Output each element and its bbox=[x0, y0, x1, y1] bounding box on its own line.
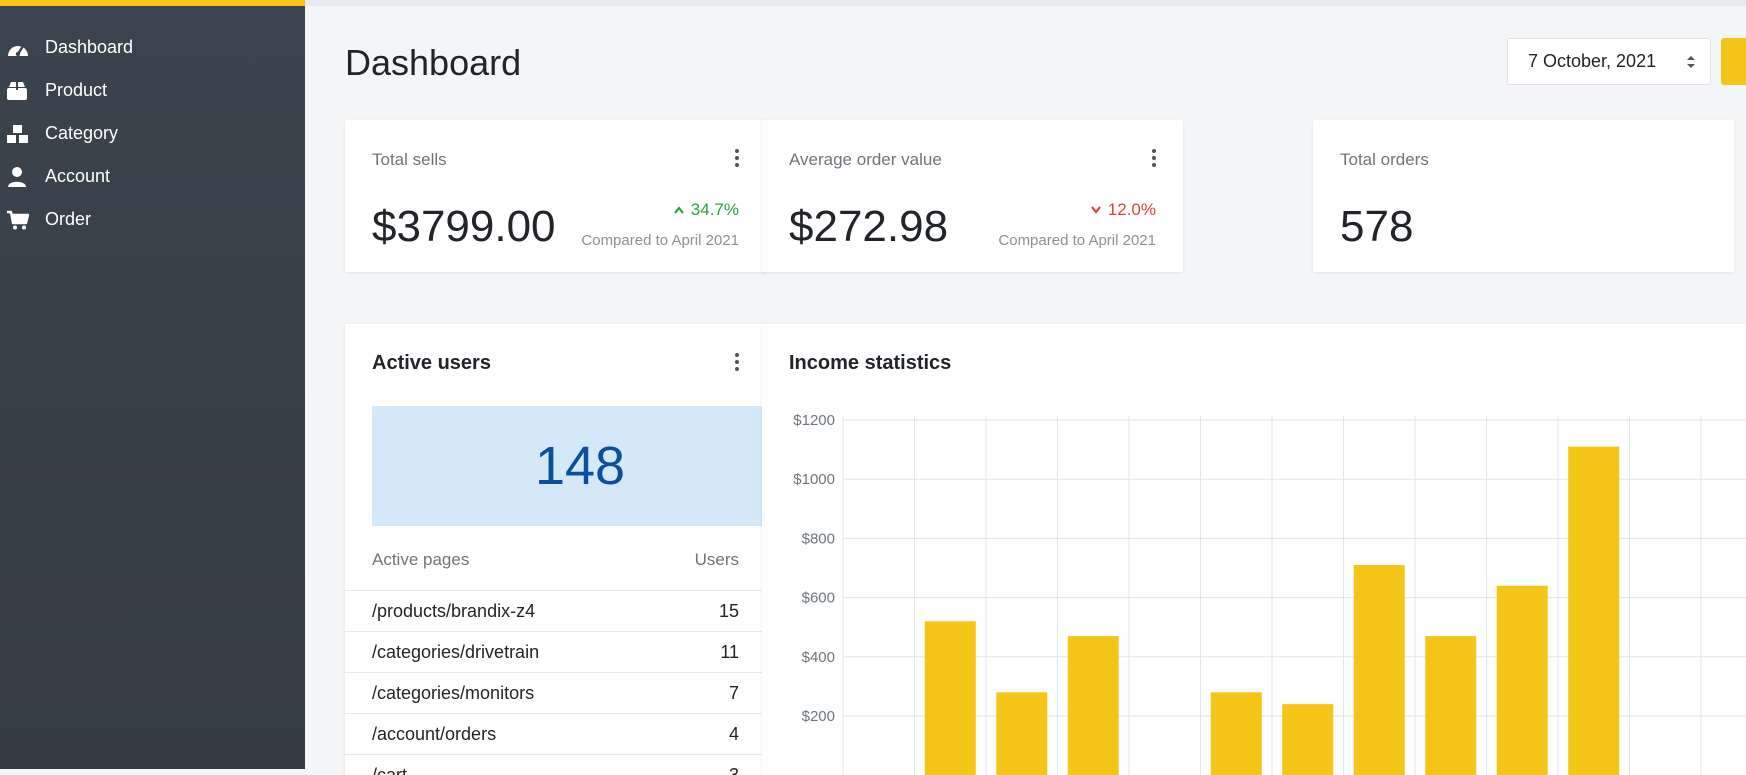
user-count: 4 bbox=[729, 724, 739, 745]
sort-arrows-icon bbox=[1686, 53, 1696, 71]
box-icon bbox=[0, 80, 45, 102]
stat-title: Average order value bbox=[789, 150, 942, 170]
y-tick-label: $400 bbox=[802, 649, 835, 666]
stat-delta: 12.0% bbox=[1090, 200, 1156, 220]
page-path: /account/orders bbox=[372, 724, 496, 745]
more-vertical-icon[interactable] bbox=[734, 352, 740, 372]
column-header-pages: Active pages bbox=[372, 550, 469, 570]
page-path: /categories/monitors bbox=[372, 683, 534, 704]
income-bar bbox=[1497, 586, 1548, 775]
page-path: /categories/drivetrain bbox=[372, 642, 539, 663]
gauge-icon bbox=[0, 37, 45, 59]
stat-title: Total orders bbox=[1340, 150, 1429, 170]
y-tick-label: $800 bbox=[802, 530, 835, 547]
more-vertical-icon[interactable] bbox=[734, 148, 740, 168]
stat-card-total-sells: Total sells $3799.00 34.7% Compared to A… bbox=[345, 120, 766, 272]
date-select-value: 7 October, 2021 bbox=[1528, 51, 1656, 72]
page-path: /cart bbox=[372, 765, 407, 775]
section-title: Active users bbox=[372, 352, 491, 375]
income-bar bbox=[925, 621, 976, 775]
sidebar-item-label: Order bbox=[45, 209, 91, 230]
stat-delta-value: 34.7% bbox=[691, 200, 739, 220]
stat-compare: Compared to April 2021 bbox=[581, 232, 739, 249]
active-pages-table: /products/brandix-z4 15 /categories/drive… bbox=[345, 590, 766, 775]
income-chart: $200 $400 $600 $800 $1000 $1200 bbox=[762, 324, 1746, 775]
y-tick-label: $200 bbox=[802, 708, 835, 725]
income-bar bbox=[1354, 565, 1405, 775]
sidebar-item-label: Dashboard bbox=[45, 37, 133, 58]
user-count: 7 bbox=[729, 683, 739, 704]
stat-card-total-orders: Total orders 578 bbox=[1313, 120, 1734, 272]
user-count: 3 bbox=[729, 765, 739, 775]
stat-compare: Compared to April 2021 bbox=[998, 232, 1156, 249]
y-tick-label: $600 bbox=[802, 590, 835, 607]
user-icon bbox=[0, 166, 45, 188]
stat-delta: 34.7% bbox=[673, 200, 739, 220]
income-bar bbox=[1425, 636, 1476, 775]
active-users-card: Active users 148 Active pages Users /pro… bbox=[345, 324, 766, 775]
user-count: 11 bbox=[720, 642, 739, 663]
table-row[interactable]: /categories/drivetrain 11 bbox=[345, 631, 766, 672]
sidebar-item-label: Category bbox=[45, 123, 118, 144]
cart-icon bbox=[0, 209, 45, 231]
income-statistics-card: Income statistics $200$400$600$800$1000$… bbox=[762, 324, 1746, 775]
income-bar bbox=[1211, 692, 1262, 775]
sidebar-item-account[interactable]: Account bbox=[0, 155, 305, 198]
export-button[interactable] bbox=[1721, 38, 1746, 85]
user-count: 15 bbox=[719, 601, 739, 622]
stat-delta-value: 12.0% bbox=[1108, 200, 1156, 220]
chevron-up-icon bbox=[673, 205, 685, 215]
sidebar-item-category[interactable]: Category bbox=[0, 112, 305, 155]
page-title: Dashboard bbox=[345, 42, 521, 84]
column-header-users: Users bbox=[695, 550, 739, 570]
table-row[interactable]: /account/orders 4 bbox=[345, 713, 766, 754]
table-row[interactable]: /categories/monitors 7 bbox=[345, 672, 766, 713]
boxes-icon bbox=[0, 123, 45, 145]
table-header: Active pages Users bbox=[372, 550, 739, 570]
sidebar-item-label: Product bbox=[45, 80, 107, 101]
table-row[interactable]: /products/brandix-z4 15 bbox=[345, 590, 766, 631]
stat-value: $272.98 bbox=[789, 202, 948, 252]
date-select[interactable]: 7 October, 2021 bbox=[1507, 38, 1711, 85]
income-bar bbox=[1068, 636, 1119, 775]
sidebar-item-label: Account bbox=[45, 166, 110, 187]
y-tick-label: $1200 bbox=[793, 412, 835, 429]
y-tick-label: $1000 bbox=[793, 471, 835, 488]
stat-card-average-order: Average order value $272.98 12.0% Compar… bbox=[762, 120, 1183, 272]
sidebar-nav: Dashboard Product Category Account Order bbox=[0, 6, 305, 241]
active-users-count: 148 bbox=[372, 406, 766, 526]
stat-value: 578 bbox=[1340, 202, 1413, 252]
chevron-down-icon bbox=[1090, 205, 1102, 215]
table-row[interactable]: /cart 3 bbox=[345, 754, 766, 775]
main-content: Dashboard 7 October, 2021 Total sells $3… bbox=[305, 6, 1746, 769]
stat-title: Total sells bbox=[372, 150, 447, 170]
sidebar-item-product[interactable]: Product bbox=[0, 69, 305, 112]
sidebar: Dashboard Product Category Account Order bbox=[0, 6, 305, 769]
income-bar bbox=[996, 692, 1047, 775]
page-path: /products/brandix-z4 bbox=[372, 601, 535, 622]
income-bar bbox=[1568, 447, 1619, 775]
sidebar-item-dashboard[interactable]: Dashboard bbox=[0, 26, 305, 69]
stat-value: $3799.00 bbox=[372, 202, 556, 252]
sidebar-item-order[interactable]: Order bbox=[0, 198, 305, 241]
more-vertical-icon[interactable] bbox=[1151, 148, 1157, 168]
income-bar bbox=[1282, 704, 1333, 775]
